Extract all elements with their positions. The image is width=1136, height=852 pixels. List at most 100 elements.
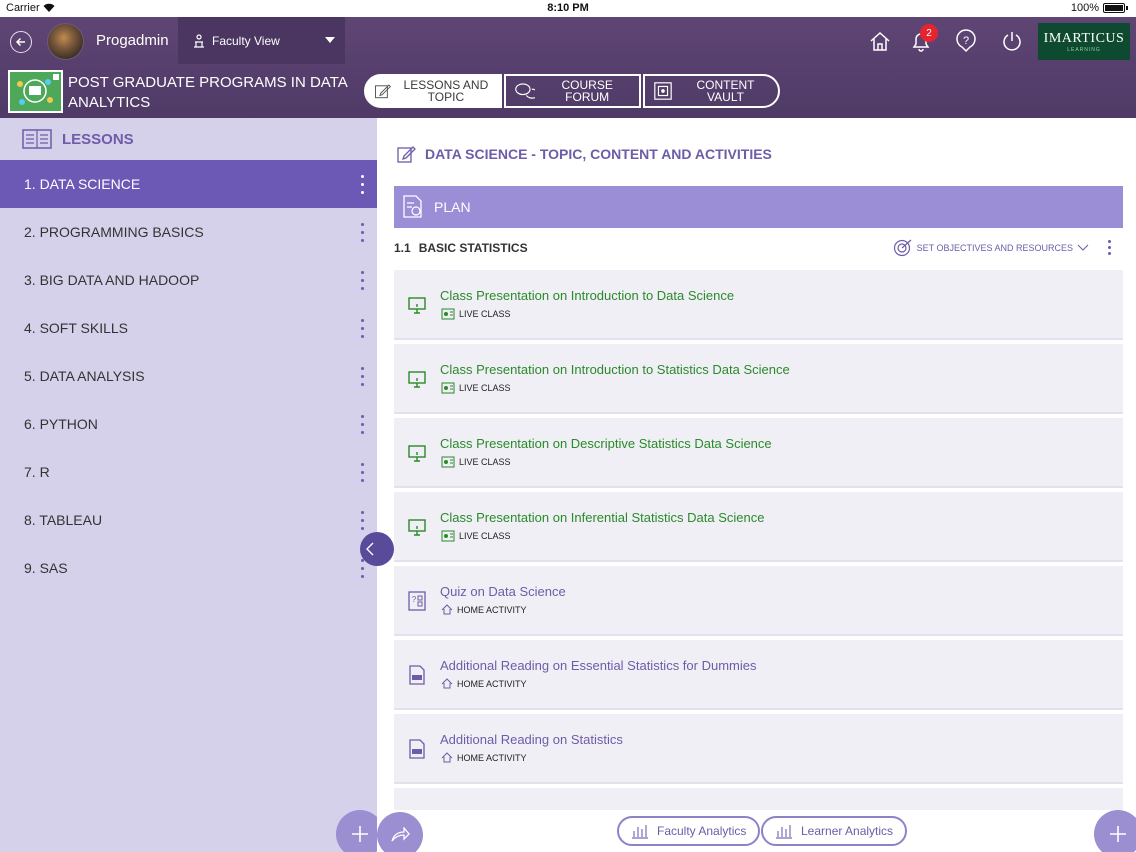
activity-type-label: LIVE CLASS: [459, 309, 511, 319]
lesson-label: 8. TABLEAU: [24, 512, 103, 528]
activity-title: Class Presentation on Descriptive Statis…: [440, 436, 772, 451]
activity-type: LIVE CLASS: [441, 308, 511, 320]
avatar[interactable]: [47, 23, 84, 60]
edit-icon: [397, 146, 416, 163]
activity-card[interactable]: Additional Reading on Statistics HOME AC…: [394, 714, 1123, 784]
battery-icon: [1103, 3, 1125, 13]
lessons-sidebar: LESSONS 1. DATA SCIENCE 2. PROGRAMMING B…: [0, 118, 384, 852]
view-select[interactable]: Faculty View: [178, 17, 345, 64]
help-button[interactable]: ?: [954, 29, 978, 53]
add-activity-button[interactable]: [1094, 810, 1136, 852]
sidebar-item-sas[interactable]: 9. SAS: [0, 544, 377, 592]
activity-card[interactable]: Class Presentation on Introduction to Da…: [394, 270, 1123, 340]
username[interactable]: Progadmin: [96, 32, 169, 49]
more-vertical-icon[interactable]: [357, 172, 367, 196]
plan-section-header[interactable]: PLAN: [394, 186, 1123, 228]
more-vertical-icon[interactable]: [357, 412, 367, 436]
lesson-label: 1. DATA SCIENCE: [24, 176, 141, 192]
activity-type: HOME ACTIVITY: [441, 604, 527, 615]
chevron-down-icon: [1077, 244, 1089, 251]
share-button[interactable]: [377, 812, 423, 852]
live-class-icon: [441, 456, 455, 468]
more-vertical-icon[interactable]: [357, 220, 367, 244]
app-root: Carrier 8:10 PM 100% Progadmin Faculty V…: [0, 0, 1136, 852]
activity-type-label: LIVE CLASS: [459, 383, 511, 393]
sidebar-item-data-science[interactable]: 1. DATA SCIENCE: [0, 160, 377, 208]
program-title: POST GRADUATE PROGRAMS IN DATA ANALYTICS: [68, 74, 347, 111]
activity-card[interactable]: Class Presentation on Inferential Statis…: [394, 492, 1123, 562]
plan-document-icon: [403, 195, 422, 218]
activity-type-label: LIVE CLASS: [459, 531, 511, 541]
activity-card[interactable]: Class Presentation on Introduction to St…: [394, 344, 1123, 414]
activity-card-partial[interactable]: [394, 788, 1123, 812]
notification-badge: 2: [920, 24, 938, 42]
sidebar-item-soft-skills[interactable]: 4. SOFT SKILLS: [0, 304, 377, 352]
learner-analytics-button[interactable]: Learner Analytics: [761, 816, 908, 846]
activity-title: Class Presentation on Introduction to Da…: [440, 288, 735, 303]
clock: 8:10 PM: [547, 2, 589, 14]
sidebar-item-tableau[interactable]: 8. TABLEAU: [0, 496, 377, 544]
home-icon: [441, 604, 453, 615]
sidebar-header: LESSONS: [0, 118, 377, 160]
activity-type: LIVE CLASS: [441, 382, 511, 394]
activity-card[interactable]: Additional Reading on Essential Statisti…: [394, 640, 1123, 710]
set-objectives-button[interactable]: SET OBJECTIVES AND RESOURCES: [893, 239, 1089, 257]
home-button[interactable]: [868, 29, 892, 53]
activity-card[interactable]: Class Presentation on Descriptive Statis…: [394, 418, 1123, 488]
home-icon: [870, 31, 890, 51]
svg-text:?: ?: [963, 35, 969, 47]
back-button[interactable]: [10, 31, 32, 53]
sidebar-item-programming-basics[interactable]: 2. PROGRAMMING BASICS: [0, 208, 377, 256]
main-tabs: LESSONS AND TOPIC COURSE FORUM CONTENT V…: [364, 74, 782, 108]
tab-content-vault[interactable]: CONTENT VAULT: [643, 74, 780, 108]
sidebar-item-data-analysis[interactable]: 5. DATA ANALYSIS: [0, 352, 377, 400]
more-vertical-icon[interactable]: [357, 508, 367, 532]
sidebar-item-r[interactable]: 7. R: [0, 448, 377, 496]
svg-text:?: ?: [412, 595, 417, 604]
plus-icon: [1110, 826, 1126, 842]
page-title: DATA SCIENCE - TOPIC, CONTENT AND ACTIVI…: [397, 144, 772, 164]
lock-icon: [53, 74, 59, 80]
lesson-label: 5. DATA ANALYSIS: [24, 368, 145, 384]
activity-card[interactable]: ? Quiz on Data Science HOME ACTIVITY: [394, 566, 1123, 636]
activity-title: Additional Reading on Statistics: [440, 732, 623, 747]
lesson-label: 9. SAS: [24, 560, 68, 576]
logo-sub: LEARNING: [1067, 46, 1101, 53]
presentation-icon: [408, 371, 426, 388]
tab-label: COURSE FORUM: [561, 78, 613, 104]
sidebar-item-big-data-and-hadoop[interactable]: 3. BIG DATA AND HADOOP: [0, 256, 377, 304]
live-class-icon: [441, 382, 455, 394]
topic-name: BASIC STATISTICS: [418, 241, 528, 255]
sidebar-item-python[interactable]: 6. PYTHON: [0, 400, 377, 448]
more-vertical-icon[interactable]: [1108, 240, 1111, 255]
pdf-icon: [409, 665, 425, 685]
activity-title: Class Presentation on Introduction to St…: [440, 362, 790, 377]
tab-course-forum[interactable]: COURSE FORUM: [504, 74, 641, 108]
more-vertical-icon[interactable]: [357, 316, 367, 340]
activity-type-label: HOME ACTIVITY: [457, 604, 527, 615]
tab-label: LESSONS AND TOPIC: [403, 78, 489, 104]
faculty-icon: [194, 33, 204, 48]
activity-title: Quiz on Data Science: [440, 584, 566, 599]
collapse-sidebar-button[interactable]: [360, 532, 394, 566]
presentation-icon: [408, 519, 426, 536]
topic-header: 1.1 BASIC STATISTICS SET OBJECTIVES AND …: [394, 237, 1123, 259]
program-thumbnail: [8, 70, 63, 113]
more-vertical-icon[interactable]: [357, 460, 367, 484]
page-title-text: DATA SCIENCE - TOPIC, CONTENT AND ACTIVI…: [425, 146, 772, 162]
faculty-analytics-button[interactable]: Faculty Analytics: [617, 816, 761, 846]
logout-button[interactable]: [1000, 29, 1024, 53]
activity-type-label: HOME ACTIVITY: [457, 678, 527, 689]
more-vertical-icon[interactable]: [357, 364, 367, 388]
tab-lessons-and-topic[interactable]: LESSONS AND TOPIC: [364, 74, 502, 108]
activity-type: LIVE CLASS: [441, 456, 511, 468]
plan-label: PLAN: [434, 199, 471, 215]
presentation-icon: [408, 297, 426, 314]
help-icon: ?: [956, 29, 976, 53]
main-content: DATA SCIENCE - TOPIC, CONTENT AND ACTIVI…: [377, 118, 1136, 852]
lesson-label: 4. SOFT SKILLS: [24, 320, 129, 336]
chevron-left-icon: [366, 542, 374, 556]
chevron-down-icon: [325, 37, 335, 43]
vault-icon: [654, 82, 672, 100]
more-vertical-icon[interactable]: [357, 268, 367, 292]
